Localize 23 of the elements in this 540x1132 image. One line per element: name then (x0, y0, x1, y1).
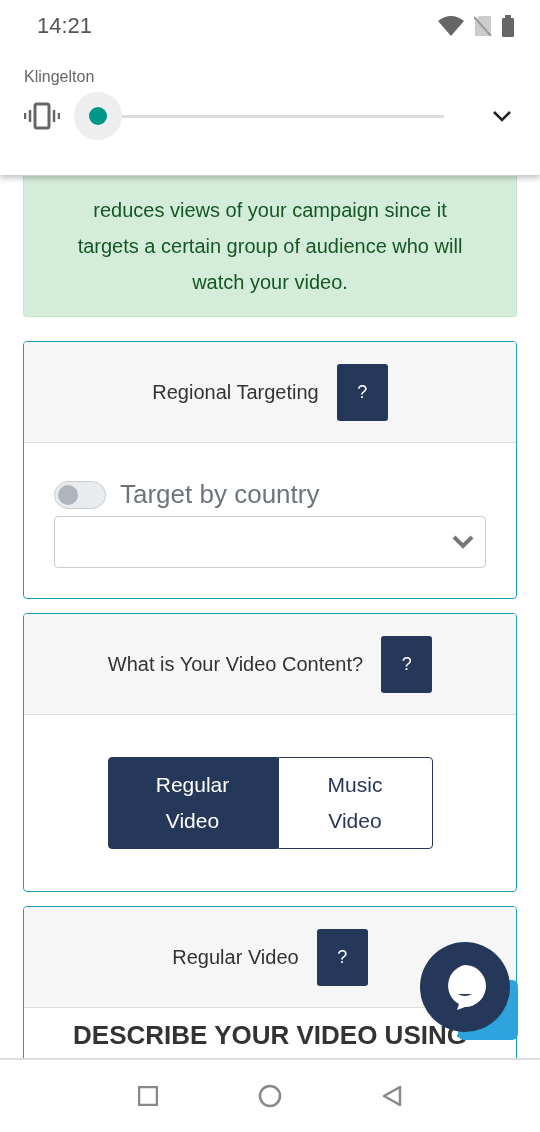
help-button[interactable]: ? (336, 363, 388, 421)
wifi-icon (438, 16, 464, 36)
card-title: Regional Targeting (152, 380, 319, 404)
home-icon[interactable] (258, 1084, 282, 1108)
info-alert: reduces views of your campaign since it targets a certain group of audience who will watch your video. (23, 176, 517, 317)
recents-icon[interactable] (138, 1086, 158, 1106)
chevron-down-icon (451, 534, 475, 550)
slider-thumb[interactable] (74, 92, 122, 140)
no-sim-icon (474, 16, 492, 36)
help-button[interactable]: ? (316, 928, 368, 986)
segment-option[interactable]: Regular Video (107, 757, 278, 849)
help-button[interactable]: ? (381, 635, 433, 693)
vibrate-icon[interactable] (24, 102, 60, 130)
status-time: 14:21 (37, 13, 93, 39)
card-title: What is Your Video Content? (107, 652, 364, 676)
toggle-label: Target by country (120, 479, 320, 510)
toggle-switch[interactable] (54, 480, 106, 509)
back-icon[interactable] (382, 1085, 402, 1107)
chevron-down-icon[interactable] (492, 110, 512, 122)
battery-icon (502, 15, 514, 37)
card-title: Regular Video (172, 945, 299, 969)
segment-option[interactable]: Music Video (277, 757, 433, 849)
volume-label: Klingelton (24, 68, 96, 86)
